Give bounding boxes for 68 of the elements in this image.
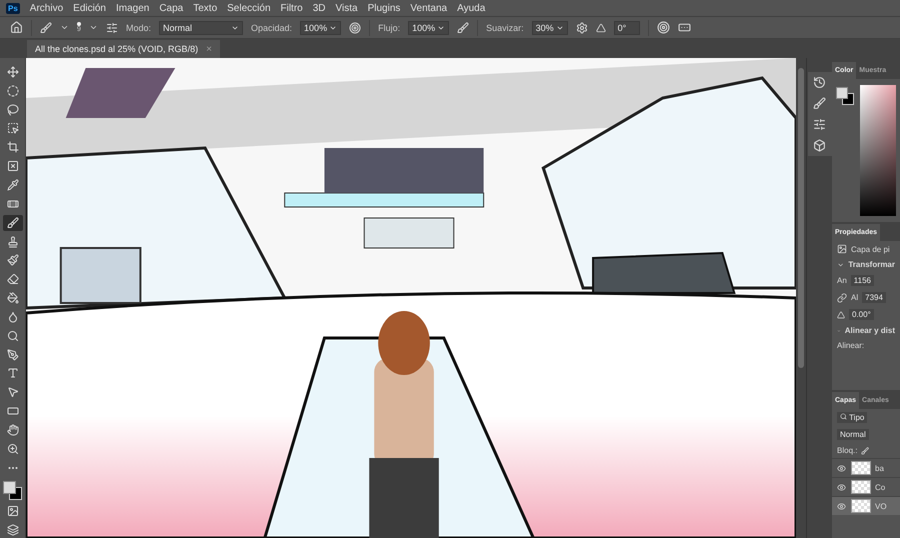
lock-label: Bloq.:: [837, 446, 858, 455]
history-icon[interactable]: [813, 76, 826, 89]
search-icon: [840, 413, 847, 420]
brush-icon[interactable]: [861, 446, 870, 454]
angle-field[interactable]: 0.00°: [849, 309, 874, 320]
mode-dropdown[interactable]: Normal: [159, 20, 244, 34]
menu-item[interactable]: Archivo: [30, 2, 64, 14]
cube-icon[interactable]: [813, 139, 826, 152]
menu-item[interactable]: Selección: [227, 2, 270, 14]
layer-thumbnail: [851, 480, 871, 494]
menu-item[interactable]: Capa: [159, 2, 184, 14]
menu-item[interactable]: 3D: [312, 2, 326, 14]
adjustments-icon[interactable]: [813, 118, 826, 131]
height-field[interactable]: 7394: [862, 292, 886, 303]
align-label: Alinear:: [837, 341, 864, 350]
eye-icon[interactable]: [837, 502, 846, 510]
layer-row[interactable]: Co: [832, 477, 900, 496]
home-icon[interactable]: [10, 21, 23, 34]
menu-item[interactable]: Filtro: [280, 2, 303, 14]
section-header[interactable]: Transformar: [848, 260, 895, 269]
layer-name: ba: [875, 464, 884, 472]
width-label: An: [837, 276, 847, 285]
height-label: Al: [851, 293, 858, 302]
angle-icon: [837, 310, 845, 318]
section-header[interactable]: Alinear y dist: [844, 326, 895, 335]
layer-thumbnail: [851, 461, 871, 475]
menu-item[interactable]: Ayuda: [457, 2, 486, 14]
opacity-field[interactable]: 100%: [300, 20, 342, 34]
color-swatches-icon[interactable]: [2, 480, 22, 500]
blend-mode-dropdown[interactable]: Normal: [837, 429, 869, 440]
brush-icon[interactable]: [40, 22, 52, 34]
eye-icon[interactable]: [837, 482, 846, 492]
layer-thumbnail: [851, 499, 871, 513]
app-logo[interactable]: Ps: [6, 2, 20, 14]
scrollbar-thumb[interactable]: [798, 68, 804, 368]
target-icon[interactable]: [656, 21, 670, 34]
layer-name: VO: [875, 502, 887, 510]
link-icon[interactable]: [837, 292, 847, 302]
angle-field[interactable]: 0°: [614, 20, 640, 34]
width-field[interactable]: 1156: [850, 275, 874, 286]
mode-label: Modo:: [126, 22, 152, 32]
document-tab[interactable]: All the clones.psd al 25% (VOID, RGB/8) ×: [27, 40, 220, 58]
color-picker-field[interactable]: [860, 85, 896, 216]
opacity-label: Opacidad:: [251, 22, 292, 32]
menu-item[interactable]: Plugins: [368, 2, 400, 14]
menu-item[interactable]: Ventana: [410, 2, 448, 14]
brush-tool-icon[interactable]: [2, 214, 22, 231]
smoothing-label: Suavizar:: [486, 22, 524, 32]
layer-filter-field[interactable]: Tipo: [837, 412, 868, 423]
image-layer-icon: [837, 244, 847, 254]
flow-field[interactable]: 100%: [408, 20, 450, 34]
menu-item[interactable]: Edición: [73, 2, 106, 14]
eye-icon[interactable]: [837, 464, 846, 472]
flow-label: Flujo:: [378, 22, 400, 32]
settings-icon[interactable]: [576, 22, 588, 34]
chevron-down-icon[interactable]: [60, 23, 69, 32]
color-swatches-icon[interactable]: [836, 87, 856, 107]
layer-row[interactable]: ba: [832, 458, 900, 477]
layer-name: Co: [875, 482, 886, 492]
menu-item[interactable]: Vista: [336, 2, 358, 14]
layer-type-label: Capa de pi: [851, 244, 890, 254]
angle-icon: [596, 22, 606, 32]
menu-item[interactable]: Texto: [193, 2, 218, 14]
smoothing-field[interactable]: 30%: [532, 20, 568, 34]
layer-row[interactable]: VO: [832, 496, 900, 515]
menu-item[interactable]: Imagen: [116, 2, 150, 14]
chevron-down-icon[interactable]: [89, 23, 98, 32]
brush-settings-icon[interactable]: [813, 97, 826, 110]
